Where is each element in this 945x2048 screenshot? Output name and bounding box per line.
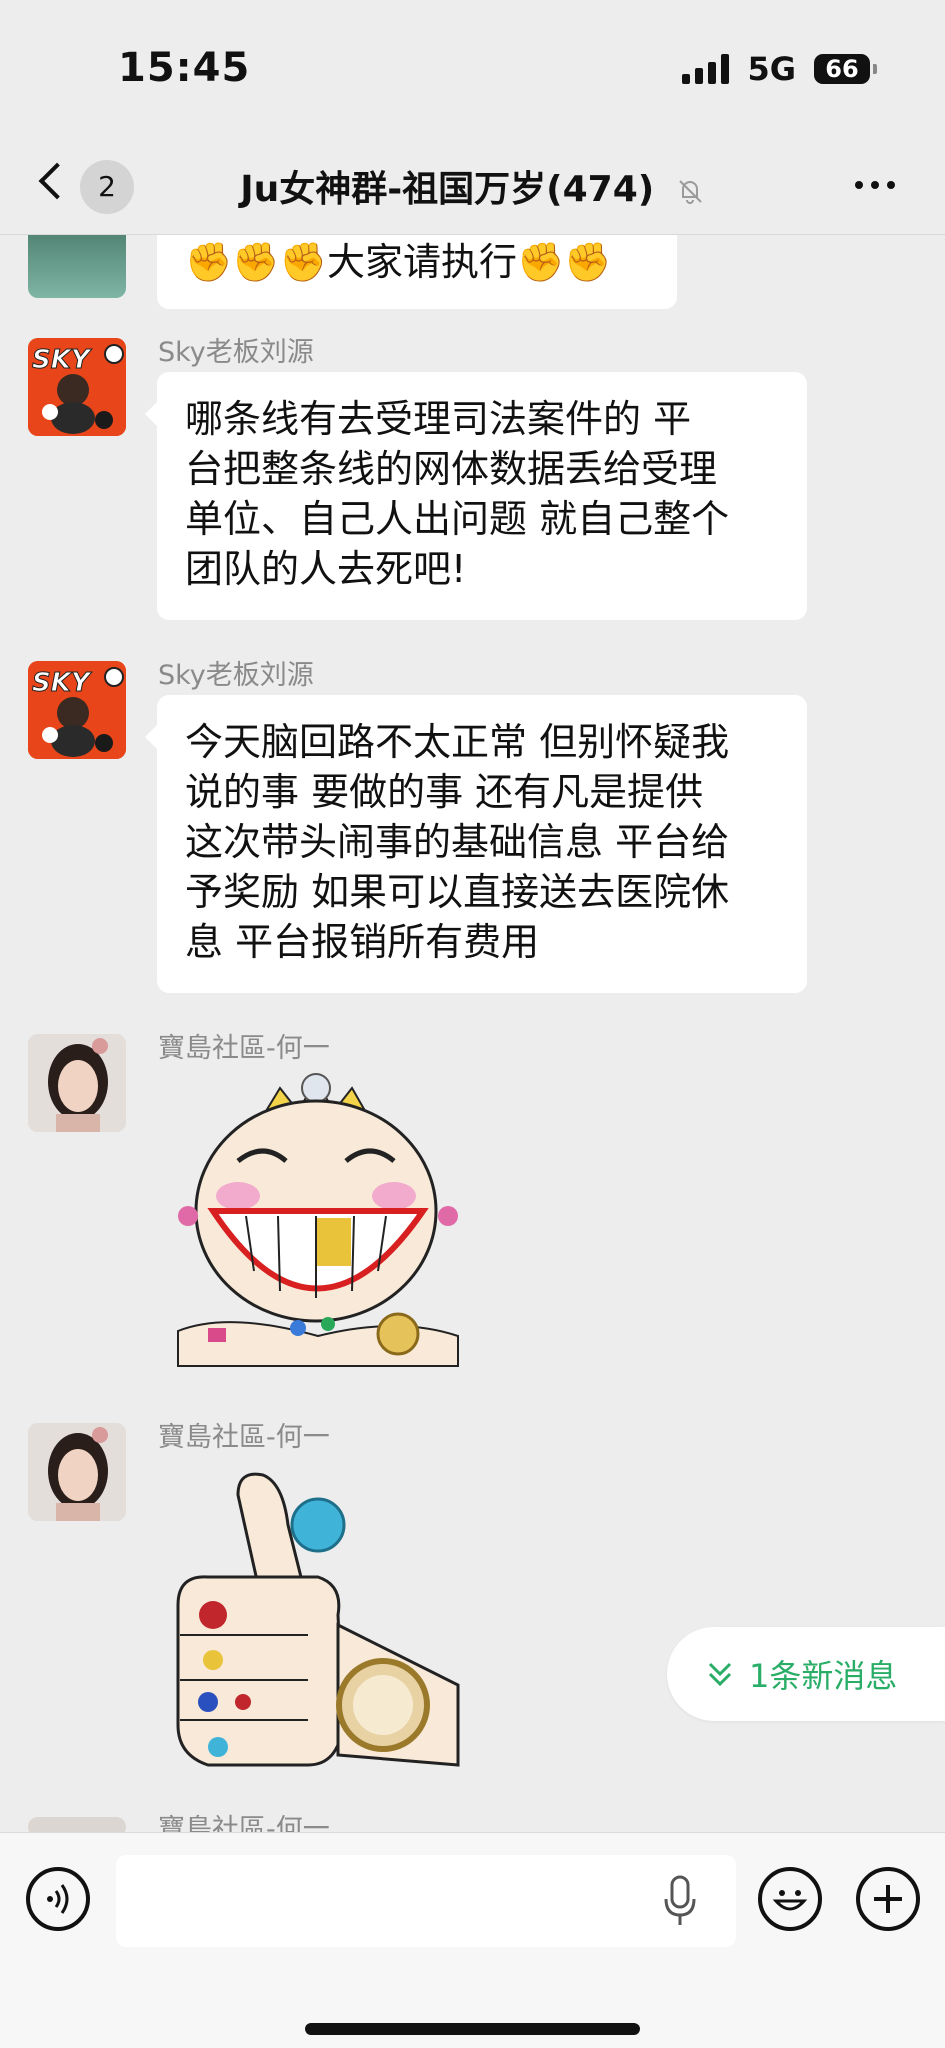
message-line: 这次带头闹事的基础信息 平台给 <box>185 820 730 864</box>
woman-avatar-image <box>28 1423 126 1521</box>
avatar[interactable]: SKY <box>28 661 126 759</box>
thumbs-up-sticker[interactable] <box>168 1465 468 1785</box>
message-bubble[interactable]: 哪条线有去受理司法案件的 平 台把整条线的网体数据丢给受理 单位、自己人出问题 … <box>145 372 807 620</box>
message-line: 单位、自己人出问题 就自己整个 <box>185 497 730 541</box>
chat-title[interactable]: Ju女神群-祖国万岁(474) <box>0 160 945 212</box>
message-text: ✊✊✊大家请执行✊✊ <box>185 240 612 284</box>
woman-avatar-image <box>28 1034 126 1132</box>
svg-text:SKY: SKY <box>32 668 93 698</box>
more-options-button[interactable] <box>845 165 905 205</box>
message-line: 予奖励 如果可以直接送去医院休 <box>185 870 730 914</box>
message-line: 说的事 要做的事 还有凡是提供 <box>185 770 704 814</box>
message-line: 哪条线有去受理司法案件的 平 <box>185 397 692 441</box>
signal-icon <box>682 54 730 84</box>
laughing-face-sticker[interactable] <box>168 1066 468 1376</box>
message-line: 台把整条线的网体数据丢给受理 <box>185 447 718 491</box>
message-line: 今天脑回路不太正常 但别怀疑我 <box>185 720 730 764</box>
message-bubble[interactable]: ✊✊✊大家请执行✊✊ <box>157 235 677 309</box>
plus-icon <box>874 1885 902 1913</box>
voice-waves-icon <box>47 1884 69 1914</box>
status-bar: 15:45 5G 66 <box>0 0 945 140</box>
home-indicator <box>305 2023 640 2035</box>
microphone-icon[interactable] <box>660 1873 700 1929</box>
sky-avatar-image: SKY <box>28 661 126 759</box>
sender-name: 寶島社區-何一 <box>158 1033 330 1064</box>
avatar[interactable] <box>28 1817 126 1832</box>
smile-icon <box>772 1890 808 1911</box>
double-chevron-down-icon <box>708 1662 732 1687</box>
new-message-button[interactable]: 1条新消息 <box>667 1627 945 1721</box>
avatar[interactable] <box>28 235 126 298</box>
status-time: 15:45 <box>118 45 251 91</box>
avatar[interactable]: SKY <box>28 338 126 436</box>
chat-title-text: Ju女神群-祖国万岁(474) <box>240 169 655 210</box>
avatar[interactable] <box>28 1423 126 1521</box>
new-message-label: 1条新消息 <box>749 1657 898 1695</box>
chat-nav-bar: 2 Ju女神群-祖国万岁(474) <box>0 140 945 235</box>
svg-text:SKY: SKY <box>32 345 93 375</box>
input-bar <box>0 1832 945 2048</box>
battery-icon: 66 <box>814 54 877 84</box>
network-type: 5G <box>747 50 796 88</box>
message-bubble[interactable]: 今天脑回路不太正常 但别怀疑我 说的事 要做的事 还有凡是提供 这次带头闹事的基… <box>145 695 807 993</box>
more-features-button[interactable] <box>856 1867 920 1931</box>
status-indicators: 5G 66 <box>682 50 877 88</box>
message-line: 团队的人去死吧! <box>185 547 467 591</box>
sender-name: Sky老板刘源 <box>158 660 314 691</box>
mute-bell-icon <box>679 180 702 204</box>
sender-name: Sky老板刘源 <box>158 337 314 368</box>
message-input[interactable] <box>116 1855 736 1947</box>
message-list[interactable]: ✊✊✊大家请执行✊✊ SKY Sky老板刘源 哪条线有去受理司法案件的 平 台把… <box>0 235 945 1832</box>
voice-input-button[interactable] <box>26 1867 90 1931</box>
message-line: 息 平台报销所有费用 <box>185 920 540 964</box>
sender-name: 寶島社區-何一 <box>158 1814 330 1832</box>
sender-name: 寶島社區-何一 <box>158 1422 330 1453</box>
avatar[interactable] <box>28 1034 126 1132</box>
sky-avatar-image: SKY <box>28 338 126 436</box>
emoji-button[interactable] <box>758 1867 822 1931</box>
more-dots-icon <box>855 181 863 189</box>
